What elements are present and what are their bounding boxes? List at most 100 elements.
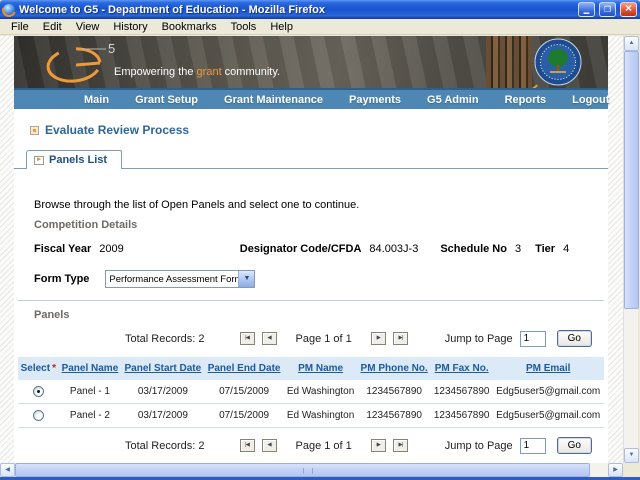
restore-button[interactable] (599, 2, 616, 17)
designator-value: 84.003J-3 (369, 243, 419, 255)
nav-g5-admin[interactable]: G5 Admin (427, 94, 479, 106)
col-panel-name-label[interactable]: Panel Name (62, 363, 119, 374)
menu-edit[interactable]: Edit (36, 20, 69, 34)
banner-tagline: Empowering the grant community. (114, 66, 280, 78)
col-pm-fax[interactable]: PM Fax No. (430, 357, 493, 380)
total-records-value: 2 (198, 439, 205, 452)
total-records: Total Records: 2 (125, 440, 205, 452)
menu-history[interactable]: History (106, 20, 154, 34)
tab-panels-list[interactable]: Panels List (26, 150, 123, 169)
minimize-button[interactable] (578, 2, 595, 17)
panel-end-cell: 07/15/2009 (204, 380, 284, 405)
scrollbar-corner (623, 463, 640, 477)
last-page-button[interactable] (392, 332, 408, 345)
designator-label: Designator Code/CFDA (239, 243, 362, 255)
col-panel-name[interactable]: Panel Name (58, 357, 122, 380)
prev-page-button[interactable] (261, 439, 277, 453)
table-row: Panel - 1 03/17/2009 07/15/2009 Ed Washi… (18, 380, 604, 405)
pm-phone-cell: 1234567890 (357, 380, 431, 405)
col-pm-phone-label[interactable]: PM Phone No. (361, 363, 428, 374)
scroll-up-icon[interactable] (624, 36, 639, 51)
col-pm-name-label[interactable]: PM Name (298, 363, 343, 374)
menu-bar: File Edit View History Bookmarks Tools H… (0, 19, 640, 35)
pm-email-cell: Edg5user5@gmail.com (492, 380, 604, 405)
nav-grant-maintenance[interactable]: Grant Maintenance (224, 94, 323, 106)
form-type-select[interactable]: Performance Assessment Form (105, 270, 256, 288)
page-content: Evaluate Review Process Panels List Brow… (14, 123, 608, 463)
col-pm-name[interactable]: PM Name (283, 357, 358, 380)
first-page-button[interactable] (239, 439, 255, 453)
col-pm-email[interactable]: PM Email (492, 357, 604, 380)
window-title: Welcome to G5 - Department of Education … (19, 3, 325, 16)
tier-value: 4 (563, 243, 570, 255)
col-panel-end-date-label[interactable]: Panel End Date (208, 363, 281, 374)
page-indicator: Page 1 of 1 (295, 439, 352, 452)
first-page-button[interactable] (239, 332, 255, 345)
pm-name-cell: Ed Washington (283, 380, 358, 405)
jump-to-page-label: Jump to Page (444, 332, 513, 345)
next-page-button[interactable] (370, 439, 386, 453)
scroll-left-icon[interactable] (0, 463, 15, 477)
schedule-label: Schedule No (440, 243, 507, 255)
panel-2-radio[interactable] (32, 410, 44, 422)
menu-tools[interactable]: Tools (224, 20, 264, 34)
required-marker: * (52, 363, 56, 374)
next-page-button[interactable] (370, 332, 386, 345)
menu-file[interactable]: File (4, 20, 36, 34)
col-panel-end-date[interactable]: Panel End Date (204, 357, 284, 380)
pm-fax-cell: 1234567890 (430, 380, 493, 405)
title-bar: Welcome to G5 - Department of Education … (0, 0, 640, 19)
scroll-down-icon[interactable] (624, 448, 639, 463)
go-button[interactable]: Go (556, 330, 592, 347)
page-indicator: Page 1 of 1 (295, 332, 352, 345)
menu-help[interactable]: Help (263, 20, 300, 34)
main-nav: Main Grant Setup Grant Maintenance Payme… (14, 88, 609, 109)
close-button[interactable] (620, 2, 637, 17)
pm-fax-cell: 1234567890 (430, 403, 493, 429)
panel-1-radio[interactable] (32, 386, 44, 397)
jump-to-page-label: Jump to Page (444, 439, 513, 452)
tab-arrow-icon (34, 155, 44, 165)
tier-label: Tier (535, 243, 556, 255)
g5-banner: 5 Empowering the grant community. (14, 36, 608, 88)
nav-grant-setup[interactable]: Grant Setup (135, 94, 198, 106)
nav-payments[interactable]: Payments (349, 94, 401, 106)
total-records-label: Total Records: (125, 332, 196, 345)
col-pm-email-label[interactable]: PM Email (526, 363, 570, 374)
g5-page: 5 Empowering the grant community. Main G… (14, 36, 609, 463)
horizontal-scrollbar[interactable] (0, 463, 623, 477)
col-panel-start-date-label[interactable]: Panel Start Date (125, 363, 202, 374)
col-pm-phone[interactable]: PM Phone No. (357, 357, 431, 380)
panels-table: Select * Panel Name Panel Start Date Pane… (18, 357, 604, 429)
vertical-scrollbar[interactable] (623, 36, 639, 463)
tagline-suffix: community. (221, 66, 281, 78)
section-divider (18, 300, 604, 301)
table-header-row: Select * Panel Name Panel Start Date Pane… (18, 357, 604, 380)
go-button[interactable]: Go (556, 437, 592, 455)
jump-to-page-input[interactable] (519, 330, 546, 347)
col-panel-start-date[interactable]: Panel Start Date (121, 357, 205, 380)
nav-reports[interactable]: Reports (505, 94, 547, 106)
last-page-button[interactable] (392, 439, 408, 453)
menu-bookmarks[interactable]: Bookmarks (155, 20, 224, 34)
horizontal-scroll-thumb[interactable] (15, 463, 590, 477)
competition-details-row: Fiscal Year 2009 Designator Code/CFDA 84… (34, 243, 608, 255)
menu-view[interactable]: View (69, 20, 107, 34)
nav-main[interactable]: Main (84, 94, 109, 106)
heading-bullet-icon (30, 125, 39, 135)
vertical-scroll-thumb[interactable] (624, 51, 639, 309)
pagination-top: Total Records: 2 Page 1 of 1 Jump to Pag… (14, 330, 592, 347)
scroll-right-icon[interactable] (608, 463, 623, 477)
page-title: Evaluate Review Process (45, 123, 190, 137)
panel-name-cell: Panel - 2 (58, 403, 122, 429)
panel-start-cell: 03/17/2009 (121, 403, 205, 429)
tab-label: Panels List (49, 154, 108, 166)
dropdown-arrow-icon[interactable] (238, 271, 255, 287)
panels-section-title: Panels (34, 309, 70, 321)
table-row: Panel - 2 03/17/2009 07/15/2009 Ed Washi… (18, 403, 604, 429)
browser-window: Welcome to G5 - Department of Education … (0, 0, 640, 480)
nav-logout[interactable]: Logout (572, 94, 609, 106)
prev-page-button[interactable] (261, 332, 277, 345)
col-pm-fax-label[interactable]: PM Fax No. (435, 363, 489, 374)
jump-to-page-input[interactable] (519, 437, 546, 454)
